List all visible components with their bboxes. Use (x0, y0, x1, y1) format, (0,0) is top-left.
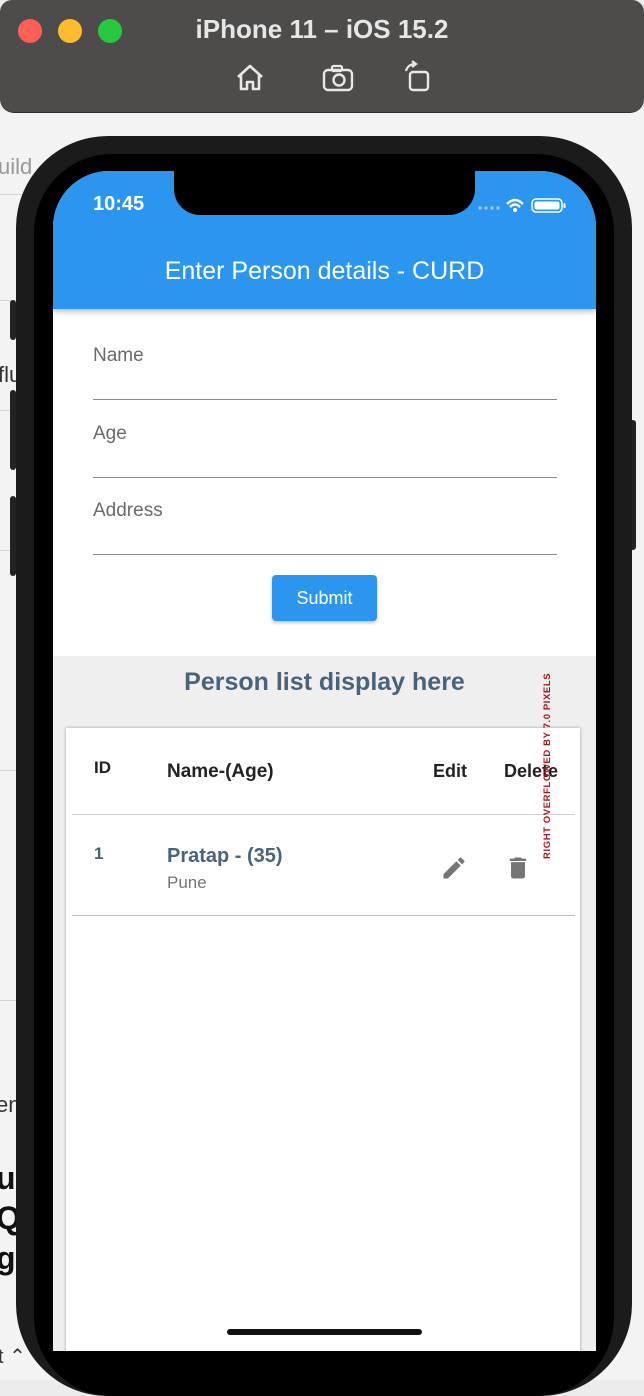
status-icons (474, 195, 574, 215)
person-table: ID Name-(Age) Edit Delete 1 Pratap - (35… (66, 728, 580, 1351)
delete-icon[interactable] (504, 854, 532, 882)
row-address: Pune (167, 873, 207, 892)
bg-fragment-build: uild (0, 154, 33, 179)
overflow-warning: RIGHT OVERFLOWED BY 7.0 PIXELS (536, 672, 562, 861)
app-screen: 10:45 Enter Person details - CURD Name A… (53, 171, 596, 1351)
row-divider (72, 814, 575, 815)
row-name-age: Pratap - (35) (167, 845, 283, 867)
bg-fragment-select[interactable]: t ⌃ (0, 1344, 26, 1369)
address-input[interactable] (93, 494, 561, 556)
home-indicator (227, 1329, 422, 1335)
status-time: 10:45 (93, 193, 145, 215)
age-input[interactable] (93, 417, 561, 479)
device-notch (174, 171, 475, 215)
edit-icon[interactable] (440, 854, 468, 882)
column-header-name-age: Name-(Age) (167, 761, 274, 782)
simulator-titlebar: iPhone 11 – iOS 15.2 (0, 0, 644, 113)
signal-icon (478, 206, 500, 210)
overflow-warning-text: RIGHT OVERFLOWED BY 7.0 PIXELS (542, 672, 553, 859)
list-heading: Person list display here (184, 668, 465, 696)
submit-button[interactable]: Submit (272, 575, 377, 621)
battery-icon (531, 198, 566, 213)
simulator-title: iPhone 11 – iOS 15.2 (195, 14, 449, 44)
rotate-icon[interactable] (398, 58, 438, 98)
home-icon[interactable] (230, 58, 270, 98)
app-bar: 10:45 Enter Person details - CURD (53, 171, 596, 309)
screenshot-icon[interactable] (318, 58, 358, 98)
age-field[interactable]: Age (93, 417, 561, 479)
row-divider (72, 915, 575, 916)
name-input[interactable] (93, 339, 561, 401)
address-field[interactable]: Address (93, 494, 561, 556)
person-list-section: Person list display here ID Name-(Age) E… (53, 656, 596, 1351)
wifi-icon (506, 198, 524, 212)
name-field[interactable]: Name (93, 339, 561, 401)
column-header-id: ID (94, 758, 111, 777)
column-header-edit: Edit (433, 761, 467, 781)
row-id: 1 (94, 844, 104, 863)
app-bar-title: Enter Person details - CURD (164, 257, 485, 285)
